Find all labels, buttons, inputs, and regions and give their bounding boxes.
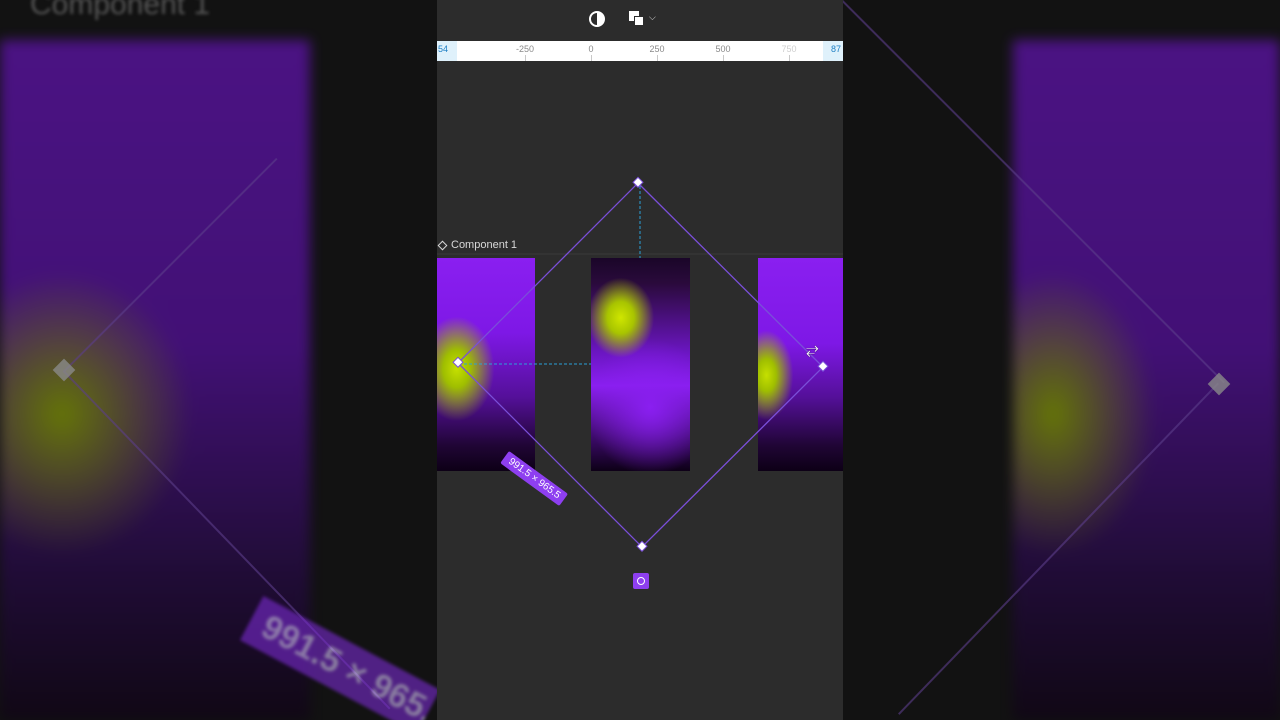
design-app: ⌵ 54 -250 0 250 500 750 87 Component 1 9… — [437, 0, 843, 720]
ruler-tick-label: 0 — [588, 44, 594, 54]
ruler-tick-label: 750 — [781, 44, 797, 54]
blur-gradient-panel — [1013, 40, 1280, 720]
rotate-cursor-icon: ⥂ — [806, 341, 819, 358]
blur-frame-title: Component 1 — [30, 0, 211, 21]
ruler-tick-label: 500 — [715, 44, 731, 54]
chevron-down-icon[interactable]: ⌵ — [649, 12, 656, 23]
target-icon[interactable] — [633, 573, 649, 589]
background-right-blur — [843, 0, 1280, 720]
ruler-tick-label: 250 — [649, 44, 665, 54]
selection-overlay — [437, 176, 843, 552]
design-canvas[interactable]: Component 1 991.5 × 965.5 ⥂ — [437, 61, 843, 720]
ruler-edge-label: 54 — [438, 44, 449, 54]
ruler-tick-label: -250 — [515, 44, 535, 54]
background-left-blur: Component 1 991.5 × 965.5 — [0, 0, 437, 720]
horizontal-ruler[interactable]: 54 -250 0 250 500 750 87 — [437, 41, 843, 61]
toolbar: ⌵ — [437, 0, 843, 41]
ruler-edge-label: 87 — [831, 44, 842, 54]
contrast-icon[interactable] — [589, 11, 605, 27]
shapes-icon[interactable] — [629, 11, 645, 27]
